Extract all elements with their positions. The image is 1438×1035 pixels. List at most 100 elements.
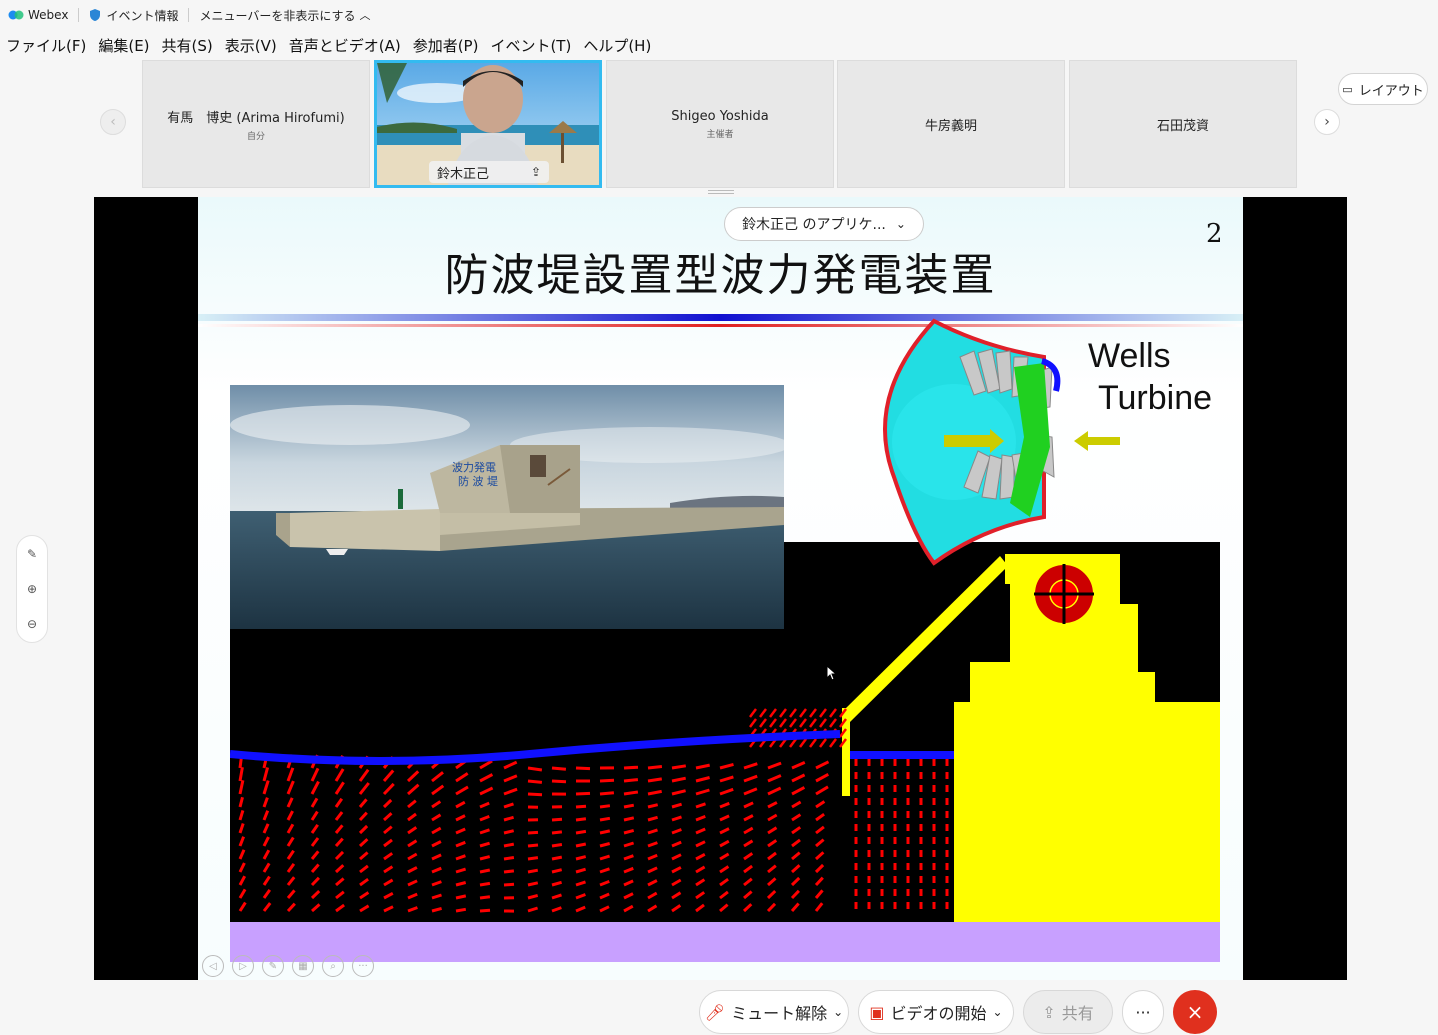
velocity-arrow	[647, 765, 663, 770]
webex-icon	[8, 10, 24, 20]
more-icon[interactable]: ···	[352, 955, 374, 977]
speaker-name-tag: 鈴木正己 ⇪	[429, 161, 549, 183]
video-off-icon: ▣	[869, 1002, 885, 1022]
menu-help[interactable]: ヘルプ(H)	[583, 35, 651, 56]
app-name: Webex	[28, 8, 69, 22]
prev-participants-button[interactable]: ‹	[100, 109, 126, 135]
velocity-arrow	[527, 792, 543, 797]
participant-name: 牛房義明	[924, 118, 977, 134]
velocity-arrow	[623, 803, 635, 809]
velocity-arrow	[551, 766, 567, 771]
menu-share[interactable]: 共有(S)	[162, 35, 213, 56]
velocity-arrow	[527, 868, 539, 874]
velocity-arrow	[503, 882, 515, 887]
title-bar: Webex イベント情報 メニューバーを非表示にする ︿	[0, 0, 1438, 30]
velocity-arrow	[623, 790, 639, 796]
velocity-arrow	[599, 804, 611, 809]
wells-turbine-illustration	[883, 318, 1120, 566]
menu-audio-video[interactable]: 音声とビデオ(A)	[289, 35, 401, 56]
slide-title: 防波堤設置型波力発電装置	[444, 250, 997, 301]
previous-slide-icon[interactable]: ◁	[202, 955, 224, 977]
participant-name: 有馬 博史 (Arima Hirofumi)	[167, 110, 345, 126]
hide-menubar-button[interactable]: メニューバーを非表示にする ︿	[199, 7, 370, 24]
shared-app-label: 鈴木正己 のアプリケ...	[742, 217, 886, 233]
velocity-arrow	[527, 856, 539, 861]
wells-label-line2: Turbine	[1098, 379, 1213, 417]
meeting-controls-bar: 🎤︎ ミュート解除 ⌄ ▣ ビデオの開始 ⌄ ⇪ 共有 ··· ×	[0, 980, 1438, 1035]
pen-icon[interactable]: ✎	[262, 955, 284, 977]
participant-tile[interactable]: 牛房義明	[837, 60, 1065, 188]
zoom-in-icon[interactable]: ⊕	[27, 582, 37, 596]
slides-icon[interactable]: ▦	[292, 955, 314, 977]
participant-role: 主催者	[706, 129, 734, 140]
velocity-arrow	[575, 791, 591, 796]
share-button[interactable]: ⇪ 共有	[1023, 990, 1113, 1034]
participant-tile-self[interactable]: 有馬 博史 (Arima Hirofumi) 自分	[142, 60, 370, 188]
sharing-icon: ⇪	[530, 165, 541, 179]
velocity-arrow	[479, 881, 491, 887]
next-participants-button[interactable]: ›	[1314, 109, 1340, 135]
start-video-button[interactable]: ▣ ビデオの開始 ⌄	[858, 990, 1014, 1034]
velocity-arrow	[503, 856, 515, 861]
breakwater-photo-image: 波力発電 防 波 堤	[230, 385, 784, 629]
velocity-arrow	[623, 778, 639, 783]
chevron-down-icon[interactable]: ⌄	[993, 1005, 1003, 1019]
unmute-button[interactable]: 🎤︎ ミュート解除 ⌄	[699, 990, 849, 1034]
velocity-arrow	[527, 766, 543, 772]
chevron-down-icon[interactable]: ⌄	[833, 1005, 843, 1019]
separator	[78, 8, 80, 22]
menu-participants[interactable]: 参加者(P)	[413, 35, 479, 56]
velocity-arrow	[503, 842, 515, 848]
zoom-out-icon[interactable]: ⊖	[27, 617, 37, 631]
search-icon[interactable]: ⌕	[322, 955, 344, 977]
close-icon: ×	[1186, 1000, 1204, 1024]
next-slide-icon[interactable]: ▷	[232, 955, 254, 977]
zoom-toolbar: ✎ ⊕ ⊖	[16, 535, 48, 643]
menu-view[interactable]: 表示(V)	[225, 35, 277, 56]
shared-content-area[interactable]: 防波堤設置型波力発電装置 2 波力発電 防 波 堤 Wells Turbine …	[94, 197, 1347, 980]
participant-tile[interactable]: 石田茂資	[1069, 60, 1297, 188]
velocity-arrow	[479, 895, 491, 900]
participant-strip: ‹ 有馬 博史 (Arima Hirofumi) 自分 鈴木正己 ⇪ Shige…	[0, 58, 1438, 198]
unmute-label: ミュート解除	[731, 1004, 828, 1023]
velocity-arrow	[599, 791, 615, 796]
velocity-arrow	[527, 830, 539, 835]
velocity-arrow	[551, 817, 563, 822]
end-meeting-button[interactable]: ×	[1173, 990, 1217, 1034]
participant-tile-host[interactable]: Shigeo Yoshida 主催者	[606, 60, 834, 188]
menu-event[interactable]: イベント(T)	[490, 35, 571, 56]
velocity-arrow	[551, 855, 563, 861]
annotate-icon[interactable]: ✎	[27, 547, 37, 561]
velocity-arrow	[527, 843, 539, 848]
participant-tile-active-speaker[interactable]: 鈴木正己 ⇪	[374, 60, 602, 188]
velocity-arrow	[599, 816, 611, 822]
chevron-right-icon: ›	[1324, 114, 1330, 130]
velocity-arrow	[479, 908, 491, 913]
resize-handle[interactable]	[708, 190, 734, 194]
velocity-arrow	[455, 894, 467, 900]
start-video-label: ビデオの開始	[890, 1004, 987, 1023]
shared-app-dropdown[interactable]: 鈴木正己 のアプリケ... ⌄	[724, 207, 924, 241]
share-label: 共有	[1061, 1004, 1094, 1023]
menu-edit[interactable]: 編集(E)	[98, 35, 149, 56]
participant-name: 鈴木正己	[437, 166, 490, 182]
layout-button[interactable]: ▭ レイアウト	[1338, 73, 1428, 105]
menu-file[interactable]: ファイル(F)	[6, 35, 86, 56]
event-info-label: イベント情報	[106, 8, 179, 23]
mouse-cursor-icon	[826, 665, 838, 681]
layout-label: レイアウト	[1358, 83, 1424, 99]
layout-icon: ▭	[1342, 82, 1353, 96]
participant-name: Shigeo Yoshida	[671, 108, 769, 124]
more-icon: ···	[1135, 1002, 1151, 1022]
presentation-slide: 防波堤設置型波力発電装置 2 波力発電 防 波 堤 Wells Turbine …	[198, 197, 1243, 980]
photo-sign-line2: 防 波 堤	[458, 474, 498, 488]
velocity-arrow	[599, 829, 611, 835]
chevron-down-icon: ⌄	[895, 217, 906, 231]
share-icon: ⇪	[1042, 1002, 1056, 1022]
velocity-arrow	[551, 843, 563, 848]
more-options-button[interactable]: ···	[1122, 990, 1164, 1034]
menu-bar: ファイル(F) 編集(E) 共有(S) 表示(V) 音声とビデオ(A) 参加者(…	[0, 32, 657, 58]
photo-sign-line1: 波力発電	[452, 460, 496, 474]
velocity-arrow	[599, 778, 615, 783]
event-info-button[interactable]: イベント情報	[89, 7, 178, 24]
